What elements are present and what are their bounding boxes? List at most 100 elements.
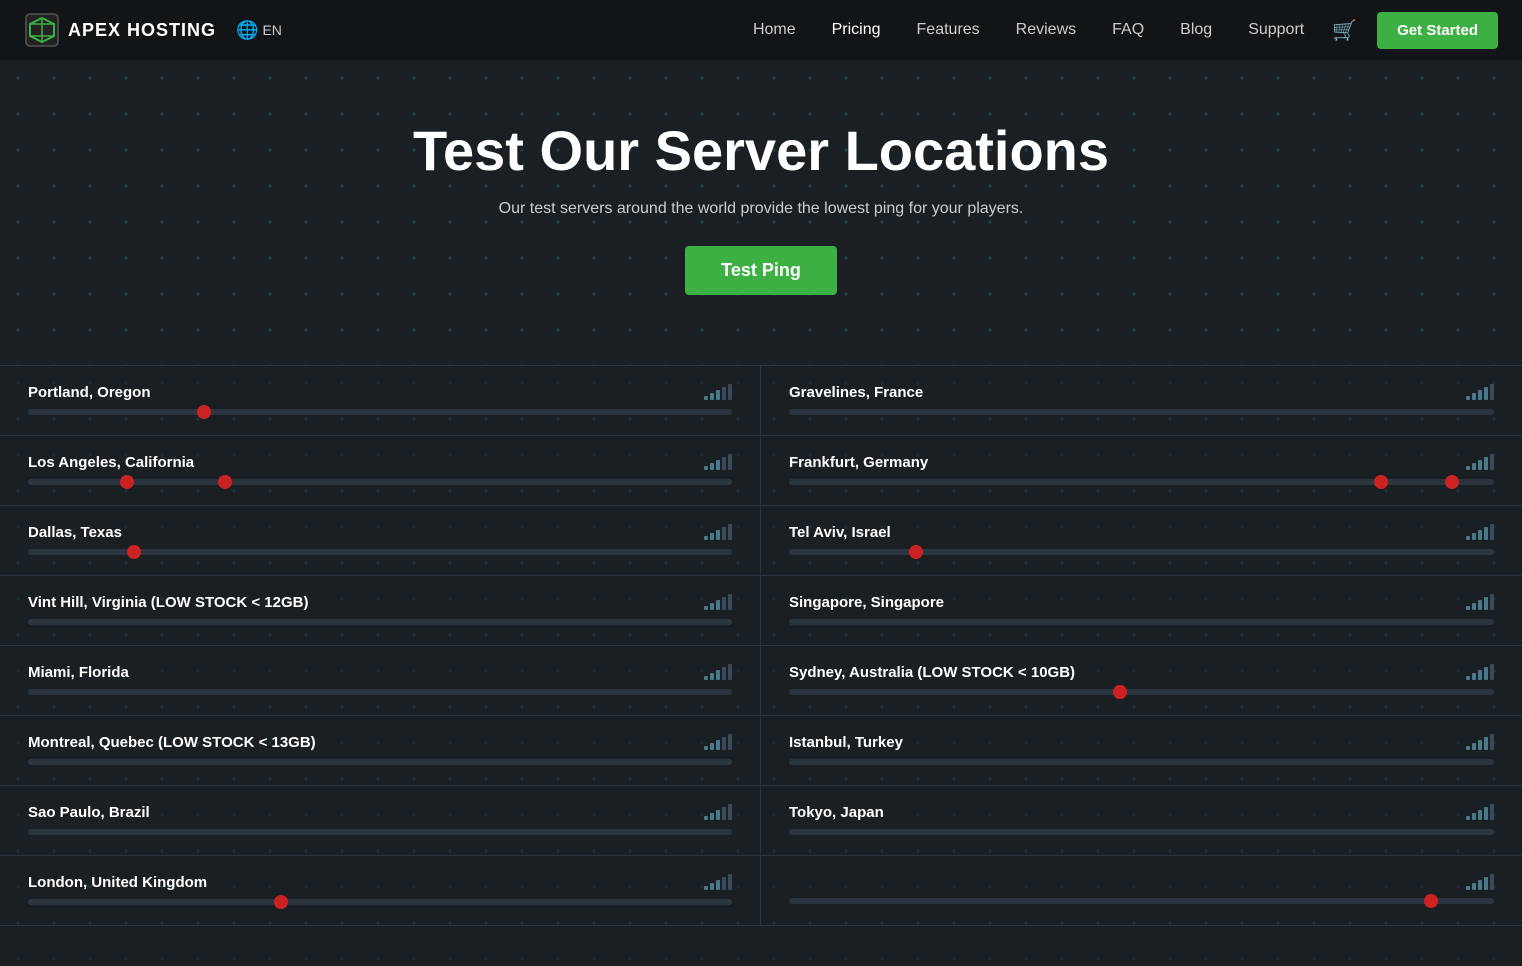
ping-dot-2[interactable] xyxy=(1445,475,1459,489)
logo[interactable]: APEX HOSTING xyxy=(24,12,216,48)
location-name: Gravelines, France xyxy=(789,384,923,401)
ping-dot[interactable] xyxy=(127,545,141,559)
location-name: Miami, Florida xyxy=(28,664,129,681)
ping-slider[interactable] xyxy=(789,479,1494,485)
get-started-button[interactable]: Get Started xyxy=(1377,12,1498,49)
ping-dot[interactable] xyxy=(1424,894,1438,908)
signal-bar xyxy=(1484,457,1488,470)
ping-slider[interactable] xyxy=(789,759,1494,765)
location-name: Singapore, Singapore xyxy=(789,594,944,611)
location-header: Tel Aviv, Israel xyxy=(789,512,1494,541)
ping-slider[interactable] xyxy=(789,409,1494,415)
signal-bar xyxy=(722,667,726,680)
signal-bar xyxy=(1478,670,1482,680)
test-ping-button[interactable]: Test Ping xyxy=(685,246,837,295)
signal-bar xyxy=(704,606,708,610)
signal-bar xyxy=(1466,606,1470,610)
nav-blog[interactable]: Blog xyxy=(1180,21,1212,38)
signal-bar xyxy=(1472,463,1476,470)
signal-bar xyxy=(716,740,720,750)
location-name: Istanbul, Turkey xyxy=(789,734,903,751)
signal-bar xyxy=(1466,396,1470,400)
signal-bar xyxy=(1478,390,1482,400)
ping-slider[interactable] xyxy=(789,689,1494,695)
location-header: Vint Hill, Virginia (LOW STOCK < 12GB) xyxy=(28,582,732,611)
hero-section: Test Our Server Locations Our test serve… xyxy=(0,60,1522,365)
signal-bar xyxy=(1478,460,1482,470)
signal-bar xyxy=(710,813,714,820)
location-item: Singapore, Singapore xyxy=(761,576,1522,646)
signal-bar xyxy=(710,883,714,890)
signal-bar xyxy=(704,746,708,750)
signal-bar xyxy=(710,463,714,470)
signal-bars xyxy=(1466,524,1494,540)
cart-icon[interactable]: 🛒 xyxy=(1332,18,1357,43)
ping-slider[interactable] xyxy=(28,829,732,835)
signal-bars xyxy=(704,454,732,470)
navbar: APEX HOSTING 🌐 EN Home Pricing Features … xyxy=(0,0,1522,60)
ping-dot[interactable] xyxy=(909,545,923,559)
signal-bar xyxy=(722,457,726,470)
nav-support[interactable]: Support xyxy=(1248,21,1304,38)
nav-features[interactable]: Features xyxy=(917,21,980,38)
signal-bar xyxy=(710,393,714,400)
signal-bar xyxy=(1490,594,1494,610)
location-item: Montreal, Quebec (LOW STOCK < 13GB) xyxy=(0,716,761,786)
signal-bar xyxy=(728,594,732,610)
ping-slider[interactable] xyxy=(28,899,732,905)
signal-bar xyxy=(704,886,708,890)
location-item: Sao Paulo, Brazil xyxy=(0,786,761,856)
signal-bar xyxy=(716,390,720,400)
ping-slider[interactable] xyxy=(28,619,732,625)
ping-slider[interactable] xyxy=(789,619,1494,625)
signal-bars xyxy=(704,384,732,400)
location-item xyxy=(761,856,1522,926)
lang-selector[interactable]: 🌐 EN xyxy=(236,20,282,41)
ping-dot[interactable] xyxy=(1113,685,1127,699)
signal-bar xyxy=(1478,530,1482,540)
location-header: Frankfurt, Germany xyxy=(789,442,1494,471)
signal-bar xyxy=(710,673,714,680)
signal-bar xyxy=(716,670,720,680)
ping-slider[interactable] xyxy=(789,549,1494,555)
location-header: Montreal, Quebec (LOW STOCK < 13GB) xyxy=(28,722,732,751)
signal-bar xyxy=(1472,813,1476,820)
ping-slider[interactable] xyxy=(28,689,732,695)
signal-bar xyxy=(1472,533,1476,540)
location-item: Vint Hill, Virginia (LOW STOCK < 12GB) xyxy=(0,576,761,646)
ping-slider[interactable] xyxy=(28,479,732,485)
signal-bar xyxy=(1466,466,1470,470)
ping-dot[interactable] xyxy=(274,895,288,909)
location-name: Tel Aviv, Israel xyxy=(789,524,891,541)
ping-slider[interactable] xyxy=(28,759,732,765)
nav-reviews[interactable]: Reviews xyxy=(1016,21,1076,38)
signal-bar xyxy=(722,737,726,750)
signal-bar xyxy=(716,810,720,820)
signal-bars xyxy=(704,664,732,680)
nav-home[interactable]: Home xyxy=(753,21,796,38)
location-item: Sydney, Australia (LOW STOCK < 10GB) xyxy=(761,646,1522,716)
ping-dot[interactable] xyxy=(120,475,134,489)
signal-bars xyxy=(1466,594,1494,610)
ping-dot-2[interactable] xyxy=(218,475,232,489)
ping-slider[interactable] xyxy=(789,898,1494,904)
ping-slider[interactable] xyxy=(28,409,732,415)
ping-dot[interactable] xyxy=(1374,475,1388,489)
ping-slider[interactable] xyxy=(28,549,732,555)
ping-slider[interactable] xyxy=(789,829,1494,835)
signal-bar xyxy=(728,664,732,680)
ping-dot[interactable] xyxy=(197,405,211,419)
signal-bar xyxy=(1490,874,1494,890)
signal-bar xyxy=(1490,804,1494,820)
location-item: Istanbul, Turkey xyxy=(761,716,1522,786)
signal-bar xyxy=(710,603,714,610)
hero-subtitle: Our test servers around the world provid… xyxy=(20,200,1502,218)
location-item: Frankfurt, Germany xyxy=(761,436,1522,506)
location-name: London, United Kingdom xyxy=(28,874,207,891)
nav-faq[interactable]: FAQ xyxy=(1112,21,1144,38)
signal-bar xyxy=(710,743,714,750)
location-item: Portland, Oregon xyxy=(0,366,761,436)
signal-bar xyxy=(716,460,720,470)
location-header: Sydney, Australia (LOW STOCK < 10GB) xyxy=(789,652,1494,681)
nav-pricing[interactable]: Pricing xyxy=(832,21,881,38)
